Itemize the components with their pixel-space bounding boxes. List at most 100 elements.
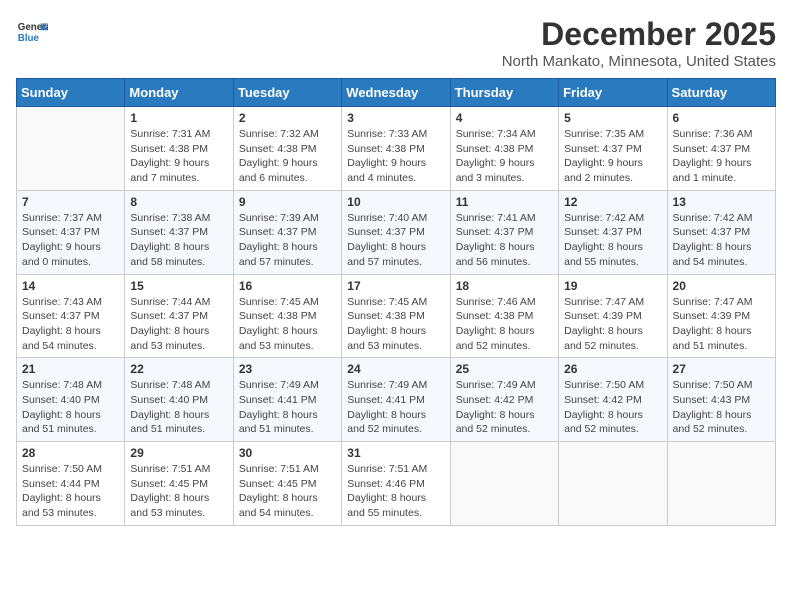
day-number: 28: [22, 446, 119, 460]
day-info: Sunrise: 7:50 AMSunset: 4:44 PMDaylight:…: [22, 462, 119, 521]
day-number: 30: [239, 446, 336, 460]
calendar-cell: 24 Sunrise: 7:49 AMSunset: 4:41 PMDayligh…: [342, 358, 450, 442]
day-number: 6: [673, 111, 770, 125]
calendar-cell: 15Sunrise: 7:44 AMSunset: 4:37 PMDayligh…: [125, 274, 233, 358]
day-info: Sunrise: 7:34 AMSunset: 4:38 PMDaylight:…: [456, 127, 553, 186]
day-info: Sunrise: 7:42 AMSunset: 4:37 PMDaylight:…: [564, 211, 661, 270]
calendar-cell: 20 Sunrise: 7:47 AMSunset: 4:39 PMDayligh…: [667, 274, 775, 358]
day-number: 27: [673, 362, 770, 376]
calendar-table: SundayMondayTuesdayWednesdayThursdayFrid…: [16, 78, 776, 526]
day-info: Sunrise: 7:50 AMSunset: 4:43 PMDaylight:…: [673, 378, 770, 437]
day-number: 15: [130, 279, 227, 293]
calendar-week-2: 7 Sunrise: 7:37 AMSunset: 4:37 PMDaylight…: [17, 190, 776, 274]
day-number: 9: [239, 195, 336, 209]
calendar-cell: 17Sunrise: 7:45 AMSunset: 4:38 PMDayligh…: [342, 274, 450, 358]
header-day-saturday: Saturday: [667, 79, 775, 107]
calendar-cell: 8Sunrise: 7:38 AMSunset: 4:37 PMDaylight…: [125, 190, 233, 274]
calendar-cell: 25 Sunrise: 7:49 AMSunset: 4:42 PMDayligh…: [450, 358, 558, 442]
calendar-cell: 10 Sunrise: 7:40 AMSunset: 4:37 PMDayligh…: [342, 190, 450, 274]
calendar-cell: 18 Sunrise: 7:46 AMSunset: 4:38 PMDayligh…: [450, 274, 558, 358]
calendar-cell: 21Sunrise: 7:48 AMSunset: 4:40 PMDayligh…: [17, 358, 125, 442]
day-info: Sunrise: 7:35 AMSunset: 4:37 PMDaylight:…: [564, 127, 661, 186]
calendar-cell: 1Sunrise: 7:31 AMSunset: 4:38 PMDaylight…: [125, 107, 233, 191]
calendar-cell: 30 Sunrise: 7:51 AMSunset: 4:45 PMDayligh…: [233, 442, 341, 526]
day-info: Sunrise: 7:42 AMSunset: 4:37 PMDaylight:…: [673, 211, 770, 270]
calendar-cell: [559, 442, 667, 526]
day-number: 31: [347, 446, 444, 460]
day-info: Sunrise: 7:50 AMSunset: 4:42 PMDaylight:…: [564, 378, 661, 437]
calendar-cell: 16 Sunrise: 7:45 AMSunset: 4:38 PMDayligh…: [233, 274, 341, 358]
day-info: Sunrise: 7:45 AMSunset: 4:38 PMDaylight:…: [347, 295, 444, 354]
calendar-week-5: 28 Sunrise: 7:50 AMSunset: 4:44 PMDayligh…: [17, 442, 776, 526]
calendar-cell: 26 Sunrise: 7:50 AMSunset: 4:42 PMDayligh…: [559, 358, 667, 442]
svg-text:Blue: Blue: [18, 33, 40, 44]
logo-icon: General Blue: [16, 16, 48, 48]
day-info: Sunrise: 7:47 AMSunset: 4:39 PMDaylight:…: [673, 295, 770, 354]
day-info: Sunrise: 7:49 AMSunset: 4:41 PMDaylight:…: [347, 378, 444, 437]
day-info: Sunrise: 7:37 AMSunset: 4:37 PMDaylight:…: [22, 211, 119, 270]
calendar-cell: 2Sunrise: 7:32 AMSunset: 4:38 PMDaylight…: [233, 107, 341, 191]
calendar-week-3: 14 Sunrise: 7:43 AMSunset: 4:37 PMDayligh…: [17, 274, 776, 358]
calendar-week-1: 1Sunrise: 7:31 AMSunset: 4:38 PMDaylight…: [17, 107, 776, 191]
day-number: 7: [22, 195, 119, 209]
day-number: 25: [456, 362, 553, 376]
day-info: Sunrise: 7:39 AMSunset: 4:37 PMDaylight:…: [239, 211, 336, 270]
day-info: Sunrise: 7:49 AMSunset: 4:41 PMDaylight:…: [239, 378, 336, 437]
day-number: 26: [564, 362, 661, 376]
calendar-cell: 4Sunrise: 7:34 AMSunset: 4:38 PMDaylight…: [450, 107, 558, 191]
day-info: Sunrise: 7:40 AMSunset: 4:37 PMDaylight:…: [347, 211, 444, 270]
calendar-title: December 2025: [502, 16, 776, 53]
day-number: 23: [239, 362, 336, 376]
day-info: Sunrise: 7:51 AMSunset: 4:46 PMDaylight:…: [347, 462, 444, 521]
day-number: 11: [456, 195, 553, 209]
header-day-thursday: Thursday: [450, 79, 558, 107]
day-number: 1: [130, 111, 227, 125]
day-number: 2: [239, 111, 336, 125]
title-block: December 2025 North Mankato, Minnesota, …: [502, 16, 776, 70]
calendar-header: SundayMondayTuesdayWednesdayThursdayFrid…: [17, 79, 776, 107]
day-info: Sunrise: 7:33 AMSunset: 4:38 PMDaylight:…: [347, 127, 444, 186]
day-info: Sunrise: 7:45 AMSunset: 4:38 PMDaylight:…: [239, 295, 336, 354]
calendar-cell: 3 Sunrise: 7:33 AMSunset: 4:38 PMDaylight…: [342, 107, 450, 191]
header-day-friday: Friday: [559, 79, 667, 107]
day-info: Sunrise: 7:43 AMSunset: 4:37 PMDaylight:…: [22, 295, 119, 354]
day-number: 21: [22, 362, 119, 376]
calendar-cell: 5 Sunrise: 7:35 AMSunset: 4:37 PMDaylight…: [559, 107, 667, 191]
calendar-cell: [667, 442, 775, 526]
day-number: 20: [673, 279, 770, 293]
calendar-cell: 9 Sunrise: 7:39 AMSunset: 4:37 PMDaylight…: [233, 190, 341, 274]
day-number: 5: [564, 111, 661, 125]
calendar-cell: 29Sunrise: 7:51 AMSunset: 4:45 PMDayligh…: [125, 442, 233, 526]
day-number: 24: [347, 362, 444, 376]
logo: General Blue: [16, 16, 48, 48]
calendar-cell: 28 Sunrise: 7:50 AMSunset: 4:44 PMDayligh…: [17, 442, 125, 526]
header-day-tuesday: Tuesday: [233, 79, 341, 107]
day-info: Sunrise: 7:51 AMSunset: 4:45 PMDaylight:…: [239, 462, 336, 521]
day-number: 18: [456, 279, 553, 293]
day-info: Sunrise: 7:47 AMSunset: 4:39 PMDaylight:…: [564, 295, 661, 354]
calendar-cell: 31 Sunrise: 7:51 AMSunset: 4:46 PMDayligh…: [342, 442, 450, 526]
calendar-cell: 19 Sunrise: 7:47 AMSunset: 4:39 PMDayligh…: [559, 274, 667, 358]
day-number: 22: [130, 362, 227, 376]
day-number: 16: [239, 279, 336, 293]
calendar-cell: 6Sunrise: 7:36 AMSunset: 4:37 PMDaylight…: [667, 107, 775, 191]
day-info: Sunrise: 7:49 AMSunset: 4:42 PMDaylight:…: [456, 378, 553, 437]
header-day-wednesday: Wednesday: [342, 79, 450, 107]
day-info: Sunrise: 7:38 AMSunset: 4:37 PMDaylight:…: [130, 211, 227, 270]
day-info: Sunrise: 7:48 AMSunset: 4:40 PMDaylight:…: [130, 378, 227, 437]
day-number: 19: [564, 279, 661, 293]
header-row: SundayMondayTuesdayWednesdayThursdayFrid…: [17, 79, 776, 107]
day-number: 10: [347, 195, 444, 209]
day-info: Sunrise: 7:51 AMSunset: 4:45 PMDaylight:…: [130, 462, 227, 521]
day-number: 3: [347, 111, 444, 125]
calendar-cell: 14 Sunrise: 7:43 AMSunset: 4:37 PMDayligh…: [17, 274, 125, 358]
calendar-cell: 11Sunrise: 7:41 AMSunset: 4:37 PMDayligh…: [450, 190, 558, 274]
calendar-cell: 23 Sunrise: 7:49 AMSunset: 4:41 PMDayligh…: [233, 358, 341, 442]
calendar-week-4: 21 Sunrise: 7:48 AMSunset: 4:40 PMDayligh…: [17, 358, 776, 442]
calendar-cell: [450, 442, 558, 526]
day-number: 14: [22, 279, 119, 293]
day-info: Sunrise: 7:46 AMSunset: 4:38 PMDaylight:…: [456, 295, 553, 354]
calendar-cell: 22 Sunrise: 7:48 AMSunset: 4:40 PMDayligh…: [125, 358, 233, 442]
calendar-cell: 13Sunrise: 7:42 AMSunset: 4:37 PMDayligh…: [667, 190, 775, 274]
calendar-cell: 7 Sunrise: 7:37 AMSunset: 4:37 PMDaylight…: [17, 190, 125, 274]
